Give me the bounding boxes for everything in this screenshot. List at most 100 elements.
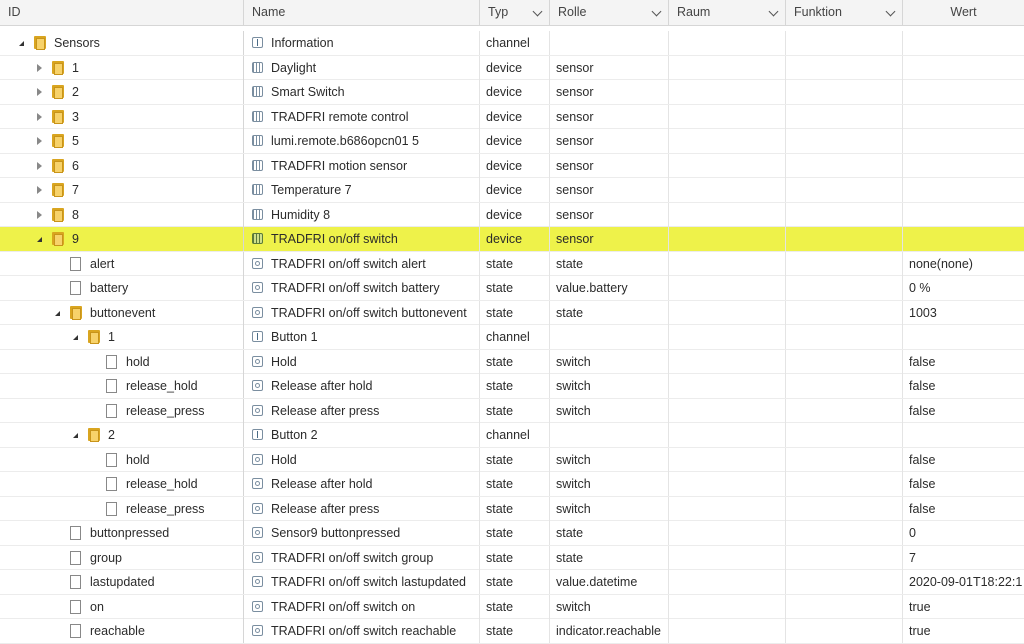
collapsed-triangle-icon[interactable] [37, 210, 42, 219]
collapsed-triangle-icon[interactable] [37, 161, 42, 170]
table-row[interactable]: 5 lumi.remote.b686opcn01 5 device sensor [0, 129, 1024, 154]
expanded-triangle-icon[interactable] [73, 335, 78, 340]
table-row[interactable]: Sensors Information channel [0, 31, 1024, 56]
column-header-row: ID Name Typ Rolle Raum Funktion Wert [0, 0, 1024, 26]
typ-cell: state [480, 276, 550, 300]
table-row[interactable]: release_press Release after press state swi… [0, 398, 1024, 423]
wert-cell[interactable] [903, 80, 1024, 104]
table-row[interactable]: on TRADFRI on/off switch on state switch tru… [0, 594, 1024, 619]
expanded-triangle-icon[interactable] [55, 310, 60, 316]
collapsed-triangle-icon[interactable] [37, 63, 42, 72]
column-funktion-filter[interactable]: Funktion [786, 0, 903, 25]
table-row[interactable]: buttonpressed Sensor9 buttonpressed state s… [0, 521, 1024, 546]
id-cell: hold [0, 447, 244, 472]
folder-icon [32, 36, 48, 50]
object-id-label: release_hold [126, 379, 198, 393]
table-row[interactable]: group TRADFRI on/off switch group state sta… [0, 545, 1024, 570]
table-row[interactable]: hold Hold state switch false [0, 447, 1024, 472]
wert-cell[interactable] [903, 325, 1024, 349]
state-icon [252, 355, 263, 367]
object-id-label: Sensors [54, 36, 100, 50]
table-row[interactable]: release_hold Release after hold state switc… [0, 374, 1024, 399]
wert-cell[interactable]: none(none) [903, 252, 1024, 276]
wert-cell[interactable] [903, 423, 1024, 447]
expanded-triangle-icon[interactable] [37, 237, 42, 242]
funktion-cell [786, 325, 903, 349]
wert-cell[interactable] [903, 105, 1024, 129]
object-id-label: hold [126, 354, 150, 369]
funktion-cell [786, 202, 903, 227]
funktion-cell [786, 349, 903, 374]
column-rolle-filter[interactable]: Rolle [550, 0, 669, 25]
table-row[interactable]: release_hold Release after hold state switc… [0, 472, 1024, 497]
column-name-header[interactable]: Name [244, 0, 480, 25]
name-cell: Release after hold [244, 374, 480, 398]
table-row[interactable]: alert TRADFRI on/off switch alert state sta… [0, 251, 1024, 276]
table-row[interactable]: buttonevent TRADFRI on/off switch buttone… [0, 300, 1024, 325]
column-raum-label: Raum [677, 5, 711, 19]
table-row[interactable]: reachable TRADFRI on/off switch reachable… [0, 619, 1024, 644]
table-row[interactable]: 9 TRADFRI on/off switch device sensor [0, 227, 1024, 252]
wert-cell[interactable]: true [903, 595, 1024, 619]
column-typ-filter[interactable]: Typ [480, 0, 550, 25]
channel-icon [252, 331, 263, 342]
table-row[interactable]: 8 Humidity 8 device sensor [0, 202, 1024, 227]
wert-cell[interactable]: 0 % [903, 276, 1024, 300]
typ-cell: state [480, 619, 550, 643]
table-row[interactable]: 2 Button 2 channel [0, 423, 1024, 448]
raum-cell [669, 349, 786, 374]
rolle-cell: switch [550, 594, 669, 619]
table-row[interactable]: lastupdated TRADFRI on/off switch lastupd… [0, 570, 1024, 595]
typ-cell: state [480, 545, 550, 570]
wert-cell[interactable]: true [903, 619, 1024, 643]
collapsed-triangle-icon[interactable] [37, 112, 42, 121]
table-row[interactable]: 2 Smart Switch device sensor [0, 80, 1024, 105]
column-id-header[interactable]: ID [0, 0, 244, 25]
wert-cell[interactable]: false [903, 350, 1024, 374]
raum-cell [669, 300, 786, 325]
device-icon [252, 184, 263, 195]
table-row[interactable]: 3 TRADFRI remote control device sensor [0, 104, 1024, 129]
file-icon [70, 526, 81, 540]
object-id-label: buttonevent [90, 305, 156, 320]
object-id-label: release_hold [126, 477, 198, 491]
collapsed-triangle-icon[interactable] [37, 88, 42, 96]
wert-cell[interactable]: false [903, 374, 1024, 398]
table-row[interactable]: release_press Release after press state swi… [0, 496, 1024, 521]
wert-cell[interactable] [903, 56, 1024, 80]
wert-cell[interactable]: false [903, 448, 1024, 472]
typ-cell: device [480, 153, 550, 178]
collapsed-triangle-icon[interactable] [37, 186, 42, 194]
typ-cell: device [480, 55, 550, 80]
funktion-cell [786, 398, 903, 423]
rolle-cell: indicator.reachable [550, 619, 669, 643]
wert-cell[interactable]: false [903, 399, 1024, 423]
wert-cell[interactable]: false [903, 497, 1024, 521]
wert-cell[interactable] [903, 154, 1024, 178]
wert-cell[interactable] [903, 129, 1024, 153]
wert-cell[interactable]: 1003 [903, 301, 1024, 325]
wert-cell[interactable]: 2020-09-01T18:22:1 [903, 570, 1024, 594]
column-wert-header[interactable]: Wert [903, 0, 1024, 25]
expanded-triangle-icon[interactable] [19, 41, 24, 46]
wert-cell[interactable] [903, 227, 1024, 251]
table-row[interactable]: 1 Button 1 channel [0, 325, 1024, 350]
rolle-cell: state [550, 545, 669, 570]
wert-cell[interactable] [903, 203, 1024, 227]
table-row[interactable]: 7 Temperature 7 device sensor [0, 178, 1024, 203]
wert-cell[interactable]: 0 [903, 521, 1024, 545]
object-id-label: 1 [72, 60, 79, 75]
wert-cell[interactable] [903, 31, 1024, 55]
table-row[interactable]: 6 TRADFRI motion sensor device sensor [0, 153, 1024, 178]
expanded-triangle-icon[interactable] [73, 433, 78, 438]
table-row[interactable]: 1 Daylight device sensor [0, 55, 1024, 80]
table-row[interactable]: battery TRADFRI on/off switch battery stat… [0, 276, 1024, 301]
column-raum-filter[interactable]: Raum [669, 0, 786, 25]
wert-cell[interactable]: false [903, 472, 1024, 496]
raum-cell [669, 80, 786, 104]
wert-cell[interactable] [903, 178, 1024, 202]
table-row[interactable]: hold Hold state switch false [0, 349, 1024, 374]
wert-cell[interactable]: 7 [903, 546, 1024, 570]
collapsed-triangle-icon[interactable] [37, 137, 42, 145]
object-id-label: 3 [72, 109, 79, 124]
